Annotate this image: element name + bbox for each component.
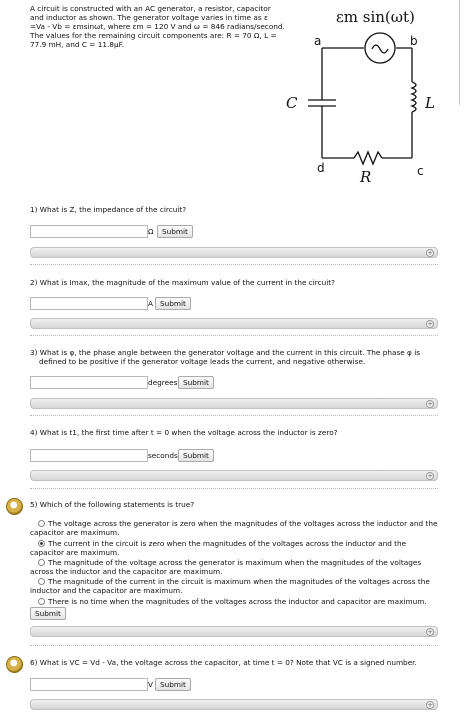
answer-input-1[interactable] xyxy=(30,225,148,238)
hint-bar-3[interactable]: + xyxy=(30,398,438,409)
expand-icon[interactable]: + xyxy=(426,320,434,328)
question-1-text: 1) What is Z, the impedance of the circu… xyxy=(30,205,187,214)
expand-icon[interactable]: + xyxy=(426,249,434,257)
radio-button[interactable] xyxy=(38,598,45,605)
node-d-label: d xyxy=(317,161,325,175)
option-4[interactable]: The magnitude of the current in the circ… xyxy=(30,577,442,595)
answer-input-2[interactable] xyxy=(30,297,148,310)
divider xyxy=(30,335,438,336)
radio-button[interactable] xyxy=(38,559,45,566)
inductor-label: L xyxy=(424,94,435,112)
question-3-text: 3) What is φ, the phase angle between th… xyxy=(30,348,421,366)
source-label: εm sin(ωt) xyxy=(336,8,415,26)
option-label: The magnitude of the voltage across the … xyxy=(30,558,422,576)
option-1[interactable]: The voltage across the generator is zero… xyxy=(30,519,442,537)
unit-label-2: A xyxy=(148,299,153,308)
option-label: The voltage across the generator is zero… xyxy=(30,519,438,537)
answer-input-3[interactable] xyxy=(30,376,148,389)
question-status-icon xyxy=(6,656,23,673)
capacitor-label: C xyxy=(286,94,298,112)
expand-icon[interactable]: + xyxy=(426,400,434,408)
question-status-icon xyxy=(6,498,23,515)
submit-button-5[interactable]: Submit xyxy=(30,607,66,620)
hint-bar-1[interactable]: + xyxy=(30,247,438,258)
divider xyxy=(30,415,438,416)
answer-input-6[interactable] xyxy=(30,678,148,691)
answer-input-4[interactable] xyxy=(30,449,148,462)
question-4-text: 4) What is t1, the first time after t = … xyxy=(30,428,338,437)
node-c-label: c xyxy=(417,164,424,178)
side-panel-edge xyxy=(459,0,474,105)
submit-button-4[interactable]: Submit xyxy=(178,449,214,462)
submit-button-3[interactable]: Submit xyxy=(178,376,214,389)
hint-bar-5[interactable]: + xyxy=(30,626,438,637)
option-label: The current in the circuit is zero when … xyxy=(30,539,407,557)
node-b-label: b xyxy=(410,34,418,48)
hint-bar-6[interactable]: + xyxy=(30,699,438,710)
submit-button-1[interactable]: Submit xyxy=(157,225,193,238)
submit-button-2[interactable]: Submit xyxy=(155,297,191,310)
submit-button-6[interactable]: Submit xyxy=(155,678,191,691)
expand-icon[interactable]: + xyxy=(426,701,434,709)
unit-label-1: Ω xyxy=(148,227,154,236)
option-label: The magnitude of the current in the circ… xyxy=(30,577,430,595)
problem-intro: A circuit is constructed with an AC gene… xyxy=(30,4,285,49)
divider xyxy=(30,264,438,265)
question-6-text: 6) What is VC = Vd - Va, the voltage acr… xyxy=(30,658,417,667)
radio-button[interactable] xyxy=(38,540,45,547)
hint-bar-4[interactable]: + xyxy=(30,470,438,481)
resistor-label: R xyxy=(359,168,371,186)
circuit-diagram: εm sin(ωt) a b d c C L R xyxy=(286,8,435,186)
unit-label-3: degrees xyxy=(148,378,178,387)
option-2[interactable]: The current in the circuit is zero when … xyxy=(30,539,442,557)
radio-button[interactable] xyxy=(38,520,45,527)
divider xyxy=(30,488,438,489)
expand-icon[interactable]: + xyxy=(426,628,434,636)
option-3[interactable]: The magnitude of the voltage across the … xyxy=(30,558,442,576)
unit-label-4: seconds xyxy=(148,451,178,460)
node-a-label: a xyxy=(314,34,321,48)
question-5-text: 5) Which of the following statements is … xyxy=(30,500,195,509)
option-5[interactable]: There is no time when the magnitudes of … xyxy=(30,597,442,606)
divider xyxy=(30,645,438,646)
option-label: There is no time when the magnitudes of … xyxy=(48,597,427,606)
question-2-text: 2) What is Imax, the magnitude of the ma… xyxy=(30,278,336,287)
hint-bar-2[interactable]: + xyxy=(30,318,438,329)
unit-label-6: V xyxy=(148,680,153,689)
expand-icon[interactable]: + xyxy=(426,472,434,480)
radio-button[interactable] xyxy=(38,578,45,585)
